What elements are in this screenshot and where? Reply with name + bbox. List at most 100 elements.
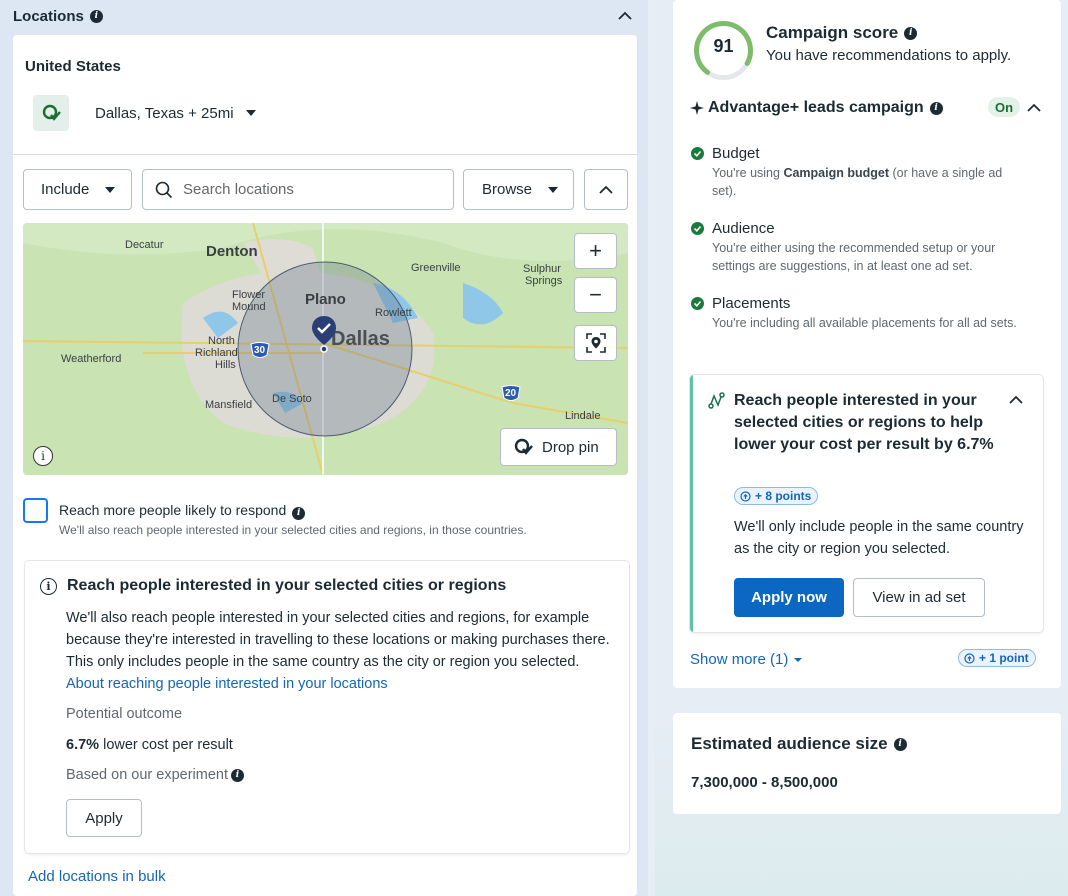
map-label: Richland <box>195 347 238 359</box>
info-icon[interactable]: i <box>292 506 306 520</box>
collapse-button[interactable] <box>584 169 628 210</box>
location-text: Dallas, Texas + 25mi <box>95 104 234 122</box>
locations-header[interactable]: Locations i <box>13 6 633 26</box>
chevron-up-icon[interactable] <box>617 8 633 24</box>
search-placeholder: Search locations <box>183 181 294 198</box>
reach-card-title: Reach people interested in your selected… <box>67 577 507 594</box>
status-badge: On <box>988 97 1020 117</box>
advantage-title: Advantage+ leads campaign <box>708 99 924 116</box>
add-locations-bulk-link[interactable]: Add locations in bulk <box>28 868 166 885</box>
reach-recommendation-card: i Reach people interested in your select… <box>25 561 629 853</box>
check-subtitle: You're using Campaign budget (or have a … <box>712 166 1003 198</box>
zoom-out-button[interactable]: − <box>574 277 617 313</box>
map-label: De Soto <box>272 393 312 405</box>
audience-title: Estimated audience size i <box>691 734 907 754</box>
drop-pin-label: Drop pin <box>542 438 599 456</box>
map-label: Rowlett <box>375 307 412 319</box>
map-label: Mound <box>232 301 266 313</box>
info-icon[interactable]: i <box>231 768 245 782</box>
chevron-up-icon <box>599 185 613 194</box>
reach-more-title: Reach more people likely to respond i <box>59 502 306 520</box>
check-title: Placements <box>712 295 791 312</box>
map-label: Hills <box>215 359 236 371</box>
caret-down-icon[interactable] <box>245 110 256 116</box>
check-icon <box>691 222 704 235</box>
caret-down-icon <box>548 186 559 193</box>
route-icon <box>708 392 725 409</box>
include-dropdown[interactable]: Include <box>23 169 132 210</box>
chevron-up-icon[interactable] <box>1026 100 1042 116</box>
info-icon[interactable]: i <box>89 9 103 23</box>
zoom-in-button[interactable]: + <box>574 233 617 269</box>
search-icon <box>155 181 173 198</box>
audience-size-card: Estimated audience size i 7,300,000 - 8,5… <box>673 713 1061 814</box>
reach-card-body: We'll also reach people interested in yo… <box>66 610 610 692</box>
map-label: North <box>208 335 235 347</box>
locations-panel: Locations i United States Dallas, Texas … <box>0 0 648 896</box>
map-label: Denton <box>206 243 258 260</box>
score-value: 91 <box>713 36 734 56</box>
score-title: Campaign score i <box>766 23 918 43</box>
info-circle-icon: i <box>40 577 57 595</box>
learn-more-link[interactable]: About reaching people interested in your… <box>66 676 388 692</box>
map-label: Lindale <box>565 410 601 422</box>
location-map[interactable]: Decatur Denton Greenville Sulphur Spring… <box>23 223 628 475</box>
outcome-value: 6.7% lower cost per result <box>66 737 233 753</box>
gauge-icon <box>964 652 975 664</box>
location-pin-icon <box>33 95 69 131</box>
reach-more-subtitle: We'll also reach people interested in yo… <box>59 523 527 537</box>
check-subtitle: You're either using the recommended setu… <box>712 241 996 273</box>
locate-pin-icon <box>585 333 606 353</box>
check-title: Audience <box>712 220 775 237</box>
map-label: Flower <box>232 289 266 301</box>
map-label: Mansfield <box>205 399 253 411</box>
map-label: Dallas <box>331 328 390 350</box>
map-label: Sulphur <box>523 263 561 275</box>
map-info-icon[interactable]: i <box>33 446 53 466</box>
campaign-score-card: 91 Campaign score i You have recommendati… <box>673 0 1061 688</box>
browse-label: Browse <box>482 181 533 198</box>
selected-location[interactable]: Dallas, Texas + 25mi <box>33 95 256 131</box>
drop-pin-button[interactable]: Drop pin <box>500 428 617 466</box>
accent-bar <box>690 375 693 632</box>
reach-more-checkbox[interactable] <box>23 498 48 523</box>
caret-down-icon <box>794 657 803 662</box>
divider <box>13 154 637 155</box>
chevron-up-icon[interactable] <box>1008 392 1024 408</box>
map-pin-icon[interactable] <box>311 315 337 353</box>
include-label: Include <box>41 181 90 198</box>
check-subtitle: You're including all available placement… <box>712 316 1017 330</box>
info-icon[interactable]: i <box>893 737 907 751</box>
points-badge: + 1 point <box>958 649 1036 667</box>
caret-down-icon <box>105 186 116 193</box>
country-label: United States <box>25 58 121 75</box>
map-label: Weatherford <box>61 353 122 365</box>
map-label: Plano <box>305 291 346 308</box>
check-title: Budget <box>712 145 760 162</box>
outcome-note: Based on our experiment i <box>66 767 245 783</box>
check-icon <box>691 147 704 160</box>
audience-value: 7,300,000 - 8,500,000 <box>691 774 838 791</box>
view-in-ad-set-button[interactable]: View in ad set <box>853 578 985 617</box>
locations-card: United States Dallas, Texas + 25mi Inclu… <box>13 35 637 896</box>
show-more-link[interactable]: Show more (1) <box>690 651 803 668</box>
apply-button[interactable]: Apply <box>66 799 142 837</box>
apply-now-button[interactable]: Apply now <box>734 578 844 617</box>
advantage-header[interactable]: Advantage+ leads campaign i On <box>690 97 1042 119</box>
gauge-icon <box>740 490 751 502</box>
points-badge: + 8 points <box>734 487 819 505</box>
locate-button[interactable] <box>574 325 617 361</box>
highway-label: 30 <box>254 345 266 356</box>
recommendation-body: We'll only include people in the same co… <box>734 519 1024 557</box>
browse-dropdown[interactable]: Browse <box>463 169 574 210</box>
drop-pin-icon <box>514 438 533 455</box>
map-label: Decatur <box>125 239 164 251</box>
search-input[interactable]: Search locations <box>142 169 454 210</box>
sparkle-icon <box>690 101 704 115</box>
highway-label: 20 <box>505 388 517 399</box>
info-icon[interactable]: i <box>929 101 943 115</box>
recommendation-title: Reach people interested in your selected… <box>734 392 994 453</box>
map-label: Greenville <box>411 262 461 274</box>
check-icon <box>691 297 704 310</box>
info-icon[interactable]: i <box>904 26 918 40</box>
